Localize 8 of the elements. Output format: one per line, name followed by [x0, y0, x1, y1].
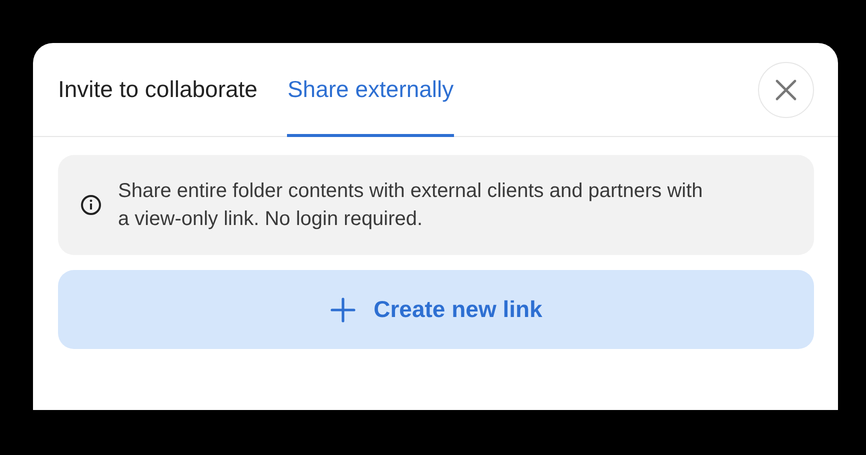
- create-link-button[interactable]: Create new link: [58, 270, 814, 349]
- plus-icon: [330, 296, 356, 322]
- close-button[interactable]: [758, 62, 814, 118]
- info-text: Share entire folder contents with external clients and partners with a view-only link. No login required.: [118, 179, 704, 232]
- tab[interactable]: Invite to collaborate: [58, 43, 258, 137]
- info-icon: [80, 194, 102, 216]
- tab[interactable]: Share externally: [287, 43, 454, 137]
- close-icon: [775, 78, 797, 100]
